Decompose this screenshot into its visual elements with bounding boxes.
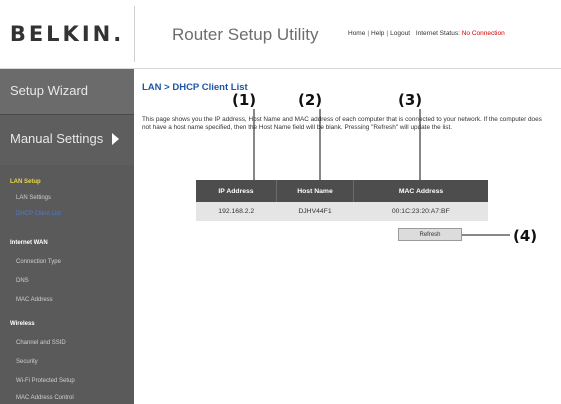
cell-mac-address: 00:1C:23:20:A7:BF — [353, 202, 488, 221]
sidebar-item-dns[interactable]: DNS — [16, 278, 29, 284]
callout-1: (1) — [232, 91, 257, 109]
table-header-row: IP Address Host Name MAC Address — [196, 180, 488, 202]
sidebar-heading-lan-setup[interactable]: LAN Setup — [10, 179, 41, 185]
sidebar-item-mac-address[interactable]: MAC Address — [16, 297, 53, 303]
header: BELKIN. Router Setup Utility Home | Help | L… — [0, 0, 561, 69]
callout-3: (3) — [398, 91, 423, 109]
header-links: Home | Help | Logout Internet Status: No Con… — [348, 30, 505, 37]
arrow-right-icon — [112, 133, 119, 145]
dhcp-client-table: IP Address Host Name MAC Address 192.168… — [196, 180, 488, 221]
app-title: Router Setup Utility — [172, 25, 319, 44]
callout-2: (2) — [298, 91, 323, 109]
sidebar-item-connection-type[interactable]: Connection Type — [16, 259, 61, 265]
setup-wizard-button[interactable]: Setup Wizard — [0, 69, 134, 115]
sidebar-item-wps[interactable]: Wi-Fi Protected Setup — [16, 378, 75, 384]
manual-settings-button[interactable]: Manual Settings — [0, 115, 134, 165]
setup-wizard-label: Setup Wizard — [10, 83, 89, 98]
column-header-mac-address: MAC Address — [353, 180, 488, 202]
callout-4: (4) — [513, 227, 538, 245]
sidebar-heading-wireless[interactable]: Wireless — [10, 321, 35, 327]
sidebar-item-security[interactable]: Security — [16, 359, 38, 365]
manual-settings-label: Manual Settings — [10, 131, 104, 146]
sidebar-item-dhcp-client-list[interactable]: DHCP Client List — [16, 211, 61, 217]
logo-area: BELKIN. — [0, 0, 134, 68]
sidebar-item-channel-ssid[interactable]: Channel and SSID — [16, 340, 66, 346]
internet-status-label: Internet Status: — [415, 30, 460, 37]
logout-link[interactable]: Logout — [390, 30, 410, 37]
internet-status-value: No Connection — [461, 30, 505, 37]
column-header-host-name: Host Name — [276, 180, 354, 202]
help-link[interactable]: Help — [371, 30, 384, 37]
refresh-button[interactable]: Refresh — [398, 228, 462, 241]
sidebar: Setup Wizard Manual Settings LAN Setup L… — [0, 69, 134, 404]
sidebar-item-lan-settings[interactable]: LAN Settings — [16, 195, 51, 201]
column-header-ip-address: IP Address — [196, 180, 277, 202]
page-description: This page shows you the IP address, Host… — [142, 116, 542, 132]
sidebar-item-mac-address-control[interactable]: MAC Address Control — [16, 395, 74, 401]
cell-ip-address: 192.168.2.2 — [196, 202, 277, 221]
table-row: 192.168.2.2 DJHV44F1 00:1C:23:20:A7:BF — [196, 202, 488, 221]
sidebar-heading-internet-wan[interactable]: Internet WAN — [10, 240, 48, 246]
home-link[interactable]: Home — [348, 30, 365, 37]
header-divider — [134, 6, 135, 62]
belkin-logo: BELKIN. — [9, 22, 125, 46]
cell-host-name: DJHV44F1 — [276, 202, 354, 221]
